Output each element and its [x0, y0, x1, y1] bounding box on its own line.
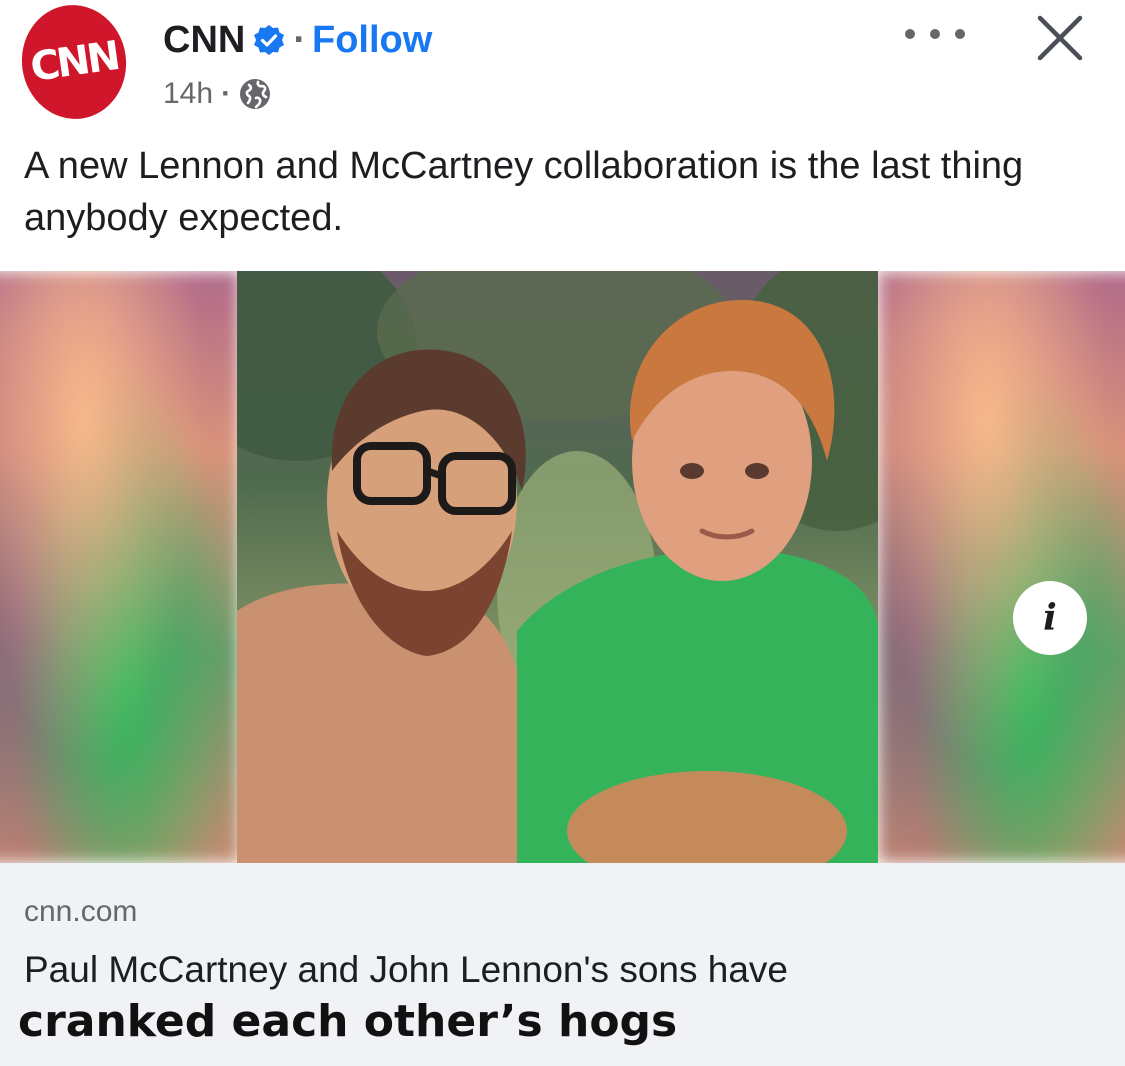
link-headline[interactable]: Paul McCartney and John Lennon's sons ha…	[24, 947, 788, 993]
meme-overlay-text: cranked each other’s hogs	[18, 994, 688, 1050]
cnn-avatar[interactable]: CNN	[14, 0, 134, 126]
link-domain: cnn.com	[24, 895, 138, 928]
more-dot	[930, 29, 940, 39]
link-image[interactable]: i	[0, 271, 1125, 863]
verified-badge-icon	[254, 25, 285, 55]
article-photo	[237, 271, 878, 863]
more-options-icon[interactable]	[905, 22, 965, 46]
cnn-logo: CNN	[27, 33, 121, 91]
meta-separator: ·	[221, 77, 232, 110]
more-dot	[955, 29, 965, 39]
blurred-background-left	[0, 271, 240, 863]
follow-button[interactable]: Follow	[312, 21, 432, 59]
info-button[interactable]: i	[1013, 581, 1087, 655]
post-caption: A new Lennon and McCartney collaboration…	[24, 145, 1024, 239]
post-header: CNN · Follow	[163, 10, 432, 70]
photo-illustration	[237, 271, 878, 863]
close-icon[interactable]	[1032, 10, 1088, 66]
name-separator: ·	[293, 19, 306, 61]
timestamp[interactable]: 14h	[163, 77, 213, 111]
more-dot	[905, 29, 915, 39]
author-name[interactable]: CNN	[163, 21, 245, 59]
blurred-background-right	[878, 271, 1125, 863]
globe-icon	[240, 79, 271, 109]
post-meta: 14h ·	[163, 74, 271, 114]
